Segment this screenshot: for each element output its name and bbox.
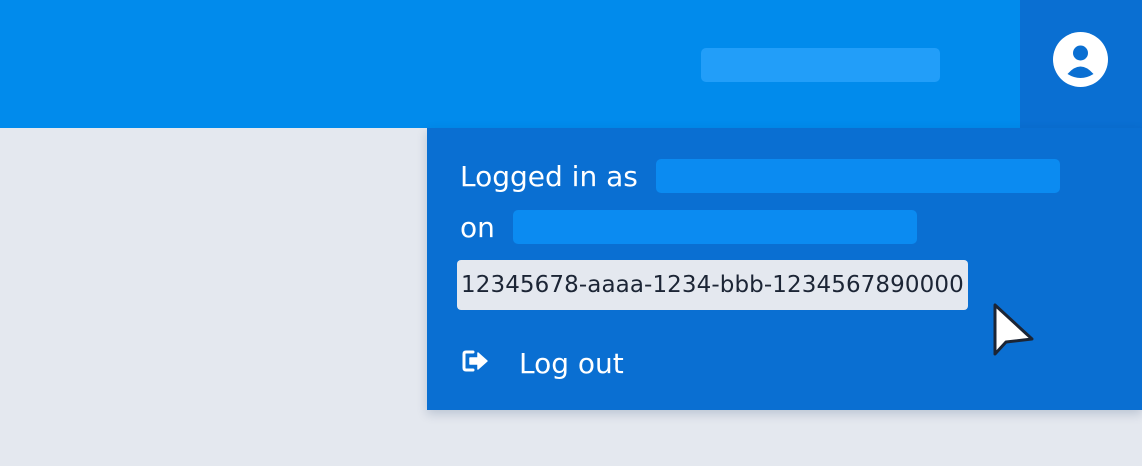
mouse-pointer-icon — [993, 303, 1034, 356]
username-placeholder — [655, 159, 1060, 193]
on-label: on — [460, 210, 495, 244]
logout-button[interactable]: Log out — [460, 342, 624, 384]
sign-out-icon — [460, 347, 492, 379]
tenant-row: on — [460, 209, 917, 245]
account-menu-button[interactable] — [1020, 0, 1142, 128]
tenant-placeholder — [512, 210, 917, 244]
logged-in-as-label: Logged in as — [460, 159, 638, 193]
id-value: 12345678-aaaa-1234-bbb-1234567890000 — [461, 272, 964, 298]
logged-in-row: Logged in as — [460, 158, 1060, 194]
top-bar — [0, 0, 1020, 128]
header-placeholder — [701, 48, 940, 82]
user-circle-icon — [1053, 32, 1108, 87]
account-dropdown: Logged in as on 12345678-aaaa-1234-bbb-1… — [427, 128, 1142, 410]
logout-label: Log out — [519, 346, 624, 380]
selected-id-text[interactable]: 12345678-aaaa-1234-bbb-1234567890000 — [457, 260, 968, 310]
